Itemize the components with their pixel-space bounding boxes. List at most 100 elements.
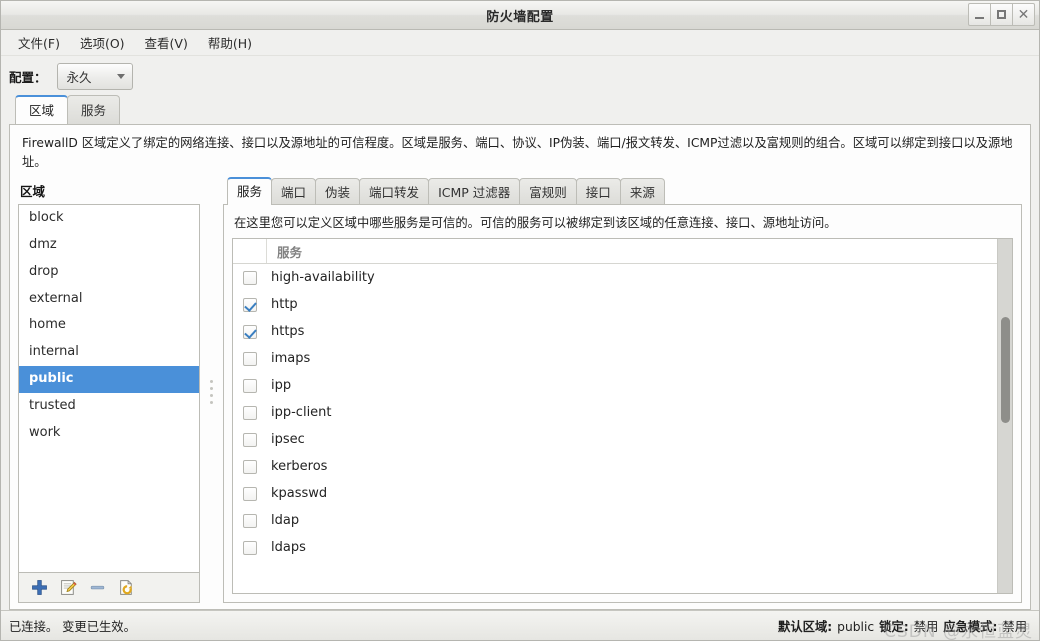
service-name: high-availability — [271, 270, 375, 286]
configuration-label: 配置： — [9, 69, 47, 85]
load-defaults-icon[interactable] — [118, 579, 135, 596]
grip-dots-icon — [210, 379, 213, 404]
service-checkbox[interactable] — [243, 540, 257, 555]
table-row[interactable]: ldap — [233, 507, 997, 534]
tab-zones[interactable]: 区域 — [15, 95, 69, 124]
close-button[interactable]: ✕ — [1012, 3, 1035, 26]
lockdown-label: 锁定: — [879, 619, 909, 634]
service-name: ipp — [271, 378, 292, 394]
tab-masquerading[interactable]: 伪装 — [315, 178, 361, 206]
services-rows: high-availability http https imaps ipp i… — [233, 264, 997, 593]
tab-services[interactable]: 服务 — [67, 95, 121, 124]
service-name: ldap — [271, 513, 300, 529]
list-item[interactable]: home — [19, 312, 199, 339]
tab-ports[interactable]: 端口 — [271, 178, 317, 206]
service-checkbox[interactable] — [243, 486, 257, 501]
list-item[interactable]: work — [19, 420, 199, 447]
list-item[interactable]: external — [19, 286, 199, 313]
service-checkbox[interactable] — [243, 405, 257, 420]
lockdown-value: 禁用 — [913, 619, 939, 634]
splitter-handle[interactable] — [208, 180, 215, 603]
service-name: ldaps — [271, 540, 306, 556]
tab-rich-rules[interactable]: 富规则 — [519, 178, 577, 206]
list-item[interactable]: drop — [19, 259, 199, 286]
services-pane: 在这里您可以定义区域中哪些服务是可信的。可信的服务可以被绑定到该区域的任意连接、… — [223, 204, 1022, 603]
table-row[interactable]: https — [233, 318, 997, 345]
remove-zone-icon[interactable] — [89, 579, 106, 596]
add-zone-icon[interactable] — [31, 579, 48, 596]
zones-list[interactable]: block dmz drop external home internal pu… — [18, 204, 200, 573]
zones-column: 区域 block dmz drop external home internal… — [18, 180, 200, 603]
services-table: 服务 high-availability http https imaps ip… — [232, 238, 1013, 594]
service-name: kerberos — [271, 459, 328, 475]
maximize-icon — [997, 10, 1006, 19]
chevron-down-icon — [116, 73, 125, 79]
service-name: https — [271, 324, 305, 340]
panic-mode-value: 禁用 — [1002, 619, 1027, 634]
title-bar: 防火墙配置 ✕ — [1, 1, 1039, 30]
service-checkbox[interactable] — [243, 324, 257, 339]
service-name: ipsec — [271, 432, 305, 448]
table-row[interactable]: ipp — [233, 372, 997, 399]
service-checkbox[interactable] — [243, 297, 257, 312]
default-zone-label: 默认区域: — [778, 619, 833, 634]
default-zone-value: public — [837, 619, 875, 634]
zone-description: FirewallD 区域定义了绑定的网络连接、接口以及源地址的可信程度。区域是服… — [22, 136, 1013, 170]
minimize-button[interactable] — [968, 3, 991, 26]
services-description: 在这里您可以定义区域中哪些服务是可信的。可信的服务可以被绑定到该区域的任意连接、… — [234, 216, 837, 231]
window-controls: ✕ — [968, 3, 1035, 26]
list-item[interactable]: dmz — [19, 232, 199, 259]
service-name: imaps — [271, 351, 311, 367]
table-row[interactable]: ipsec — [233, 426, 997, 453]
services-scrollbar[interactable] — [997, 239, 1012, 593]
panel-body: 区域 block dmz drop external home internal… — [10, 177, 1030, 609]
service-checkbox[interactable] — [243, 459, 257, 474]
edit-zone-icon[interactable] — [60, 579, 77, 596]
list-item[interactable]: trusted — [19, 393, 199, 420]
menu-help[interactable]: 帮助(H) — [199, 30, 261, 55]
table-row[interactable]: kpasswd — [233, 480, 997, 507]
menu-view[interactable]: 查看(V) — [136, 30, 197, 55]
firewall-config-window: 防火墙配置 ✕ 文件(F) 选项(O) 查看(V) 帮助(H) 配置： 永久 区… — [0, 0, 1040, 641]
header-checkbox-column — [233, 239, 267, 264]
list-item-selected[interactable]: public — [19, 366, 199, 393]
minimize-icon — [975, 17, 984, 19]
table-row[interactable]: high-availability — [233, 264, 997, 291]
outer-tab-bar: 区域 服务 — [1, 95, 1039, 124]
close-icon: ✕ — [1017, 6, 1030, 23]
tab-sources[interactable]: 来源 — [619, 178, 665, 206]
service-checkbox[interactable] — [243, 378, 257, 393]
services-table-inner: 服务 high-availability http https imaps ip… — [233, 239, 997, 593]
table-row[interactable]: ipp-client — [233, 399, 997, 426]
menu-bar: 文件(F) 选项(O) 查看(V) 帮助(H) — [1, 30, 1039, 56]
zones-toolbar — [18, 573, 200, 603]
configuration-row: 配置： 永久 — [1, 56, 1039, 96]
tab-interfaces[interactable]: 接口 — [575, 178, 621, 206]
service-name: http — [271, 297, 298, 313]
services-table-header: 服务 — [233, 239, 997, 265]
panic-mode-label: 应急模式: — [943, 619, 998, 634]
zones-heading: 区域 — [20, 184, 46, 200]
scrollbar-thumb[interactable] — [1001, 316, 1010, 424]
tab-services[interactable]: 服务 — [227, 177, 273, 206]
table-row[interactable]: kerberos — [233, 453, 997, 480]
service-checkbox[interactable] — [243, 270, 257, 285]
window-title: 防火墙配置 — [486, 9, 554, 25]
service-name: kpasswd — [271, 486, 328, 502]
service-checkbox[interactable] — [243, 513, 257, 528]
table-row[interactable]: imaps — [233, 345, 997, 372]
column-header-service: 服务 — [277, 244, 303, 260]
list-item[interactable]: internal — [19, 339, 199, 366]
service-checkbox[interactable] — [243, 432, 257, 447]
maximize-button[interactable] — [990, 3, 1013, 26]
list-item[interactable]: block — [19, 205, 199, 232]
main-panel: FirewallD 区域定义了绑定的网络连接、接口以及源地址的可信程度。区域是服… — [9, 124, 1031, 610]
service-checkbox[interactable] — [243, 351, 257, 366]
configuration-select[interactable]: 永久 — [56, 62, 133, 90]
tab-icmp-filter[interactable]: ICMP 过滤器 — [428, 178, 521, 206]
tab-port-forwarding[interactable]: 端口转发 — [359, 178, 430, 206]
menu-file[interactable]: 文件(F) — [9, 30, 69, 55]
table-row[interactable]: http — [233, 291, 997, 318]
menu-options[interactable]: 选项(O) — [71, 30, 134, 55]
table-row[interactable]: ldaps — [233, 534, 997, 561]
